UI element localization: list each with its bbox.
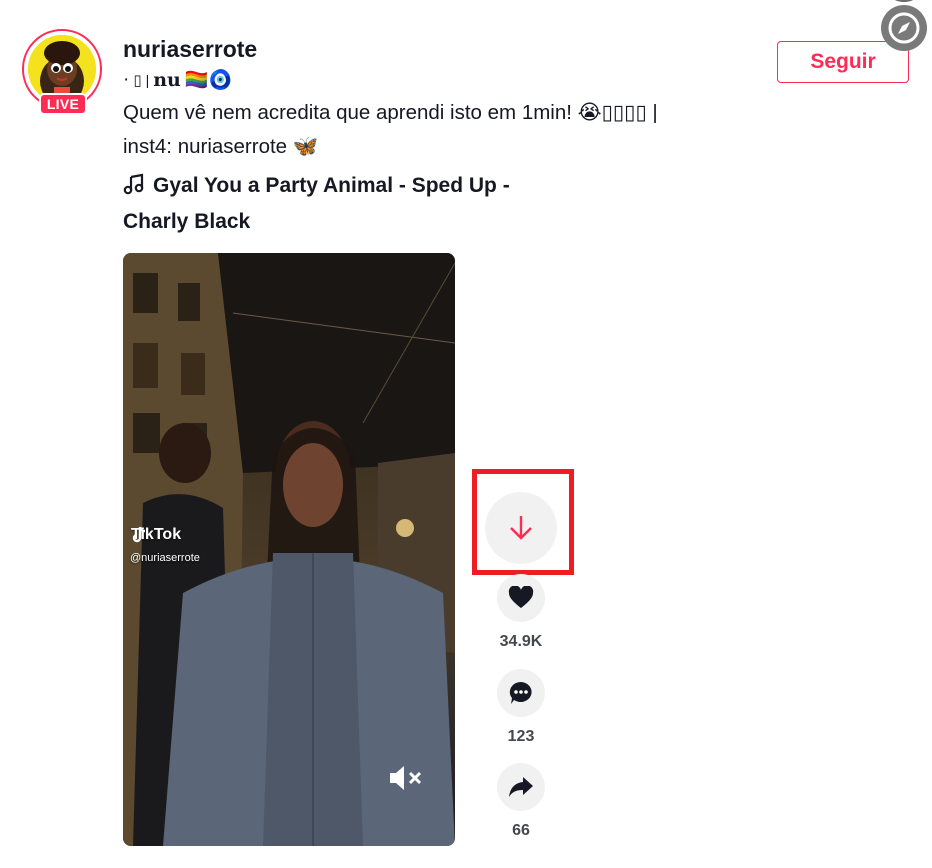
arrow-down-icon [510,516,532,540]
nickname-text: nu [153,69,181,91]
muted-speaker-icon[interactable] [387,762,425,794]
nickname-emoji: 🏳️‍🌈🧿 [184,70,233,91]
comment-count: 123 [507,728,535,745]
tiktok-watermark: TikTok [131,526,181,544]
music-title: Gyal You a Party Animal - Sped Up - Char… [123,174,510,233]
like-count: 34.9K [499,633,543,650]
live-badge: LIVE [39,93,87,115]
compass-icon[interactable] [881,5,927,51]
share-count: 66 [512,822,530,839]
tiktok-logo-icon [132,526,146,543]
video-player[interactable]: TikTok @nuriaserrote [123,253,455,846]
video-frame [123,253,455,846]
author-username[interactable]: nuriaserrote [123,36,257,63]
comment-button[interactable] [497,669,545,717]
share-arrow-icon [509,777,533,797]
music-link[interactable]: Gyal You a Party Animal - Sped Up - Char… [123,169,523,238]
nickname-separator: | [145,72,150,88]
author-avatar-link[interactable]: LIVE [22,29,106,115]
share-button[interactable] [497,763,545,811]
description-line-1: Quem vê nem acredita que aprendi isto em… [123,101,658,124]
video-description: Quem vê nem acredita que aprendi isto em… [123,96,753,164]
author-nickname: · ▯ | nu 🏳️‍🌈🧿 [123,68,232,92]
nickname-prefix: · [123,69,130,90]
watermark-handle: @nuriaserrote [130,552,200,564]
music-note-icon [123,172,145,205]
description-line-2[interactable]: inst4: nuriaserrote 🦋 [123,130,753,164]
heart-icon [508,586,534,608]
nickname-glyph: ▯ [133,72,142,89]
comment-icon [509,681,532,704]
scroll-top-edge [890,0,918,2]
like-button[interactable] [497,574,545,622]
download-button[interactable] [485,492,557,564]
